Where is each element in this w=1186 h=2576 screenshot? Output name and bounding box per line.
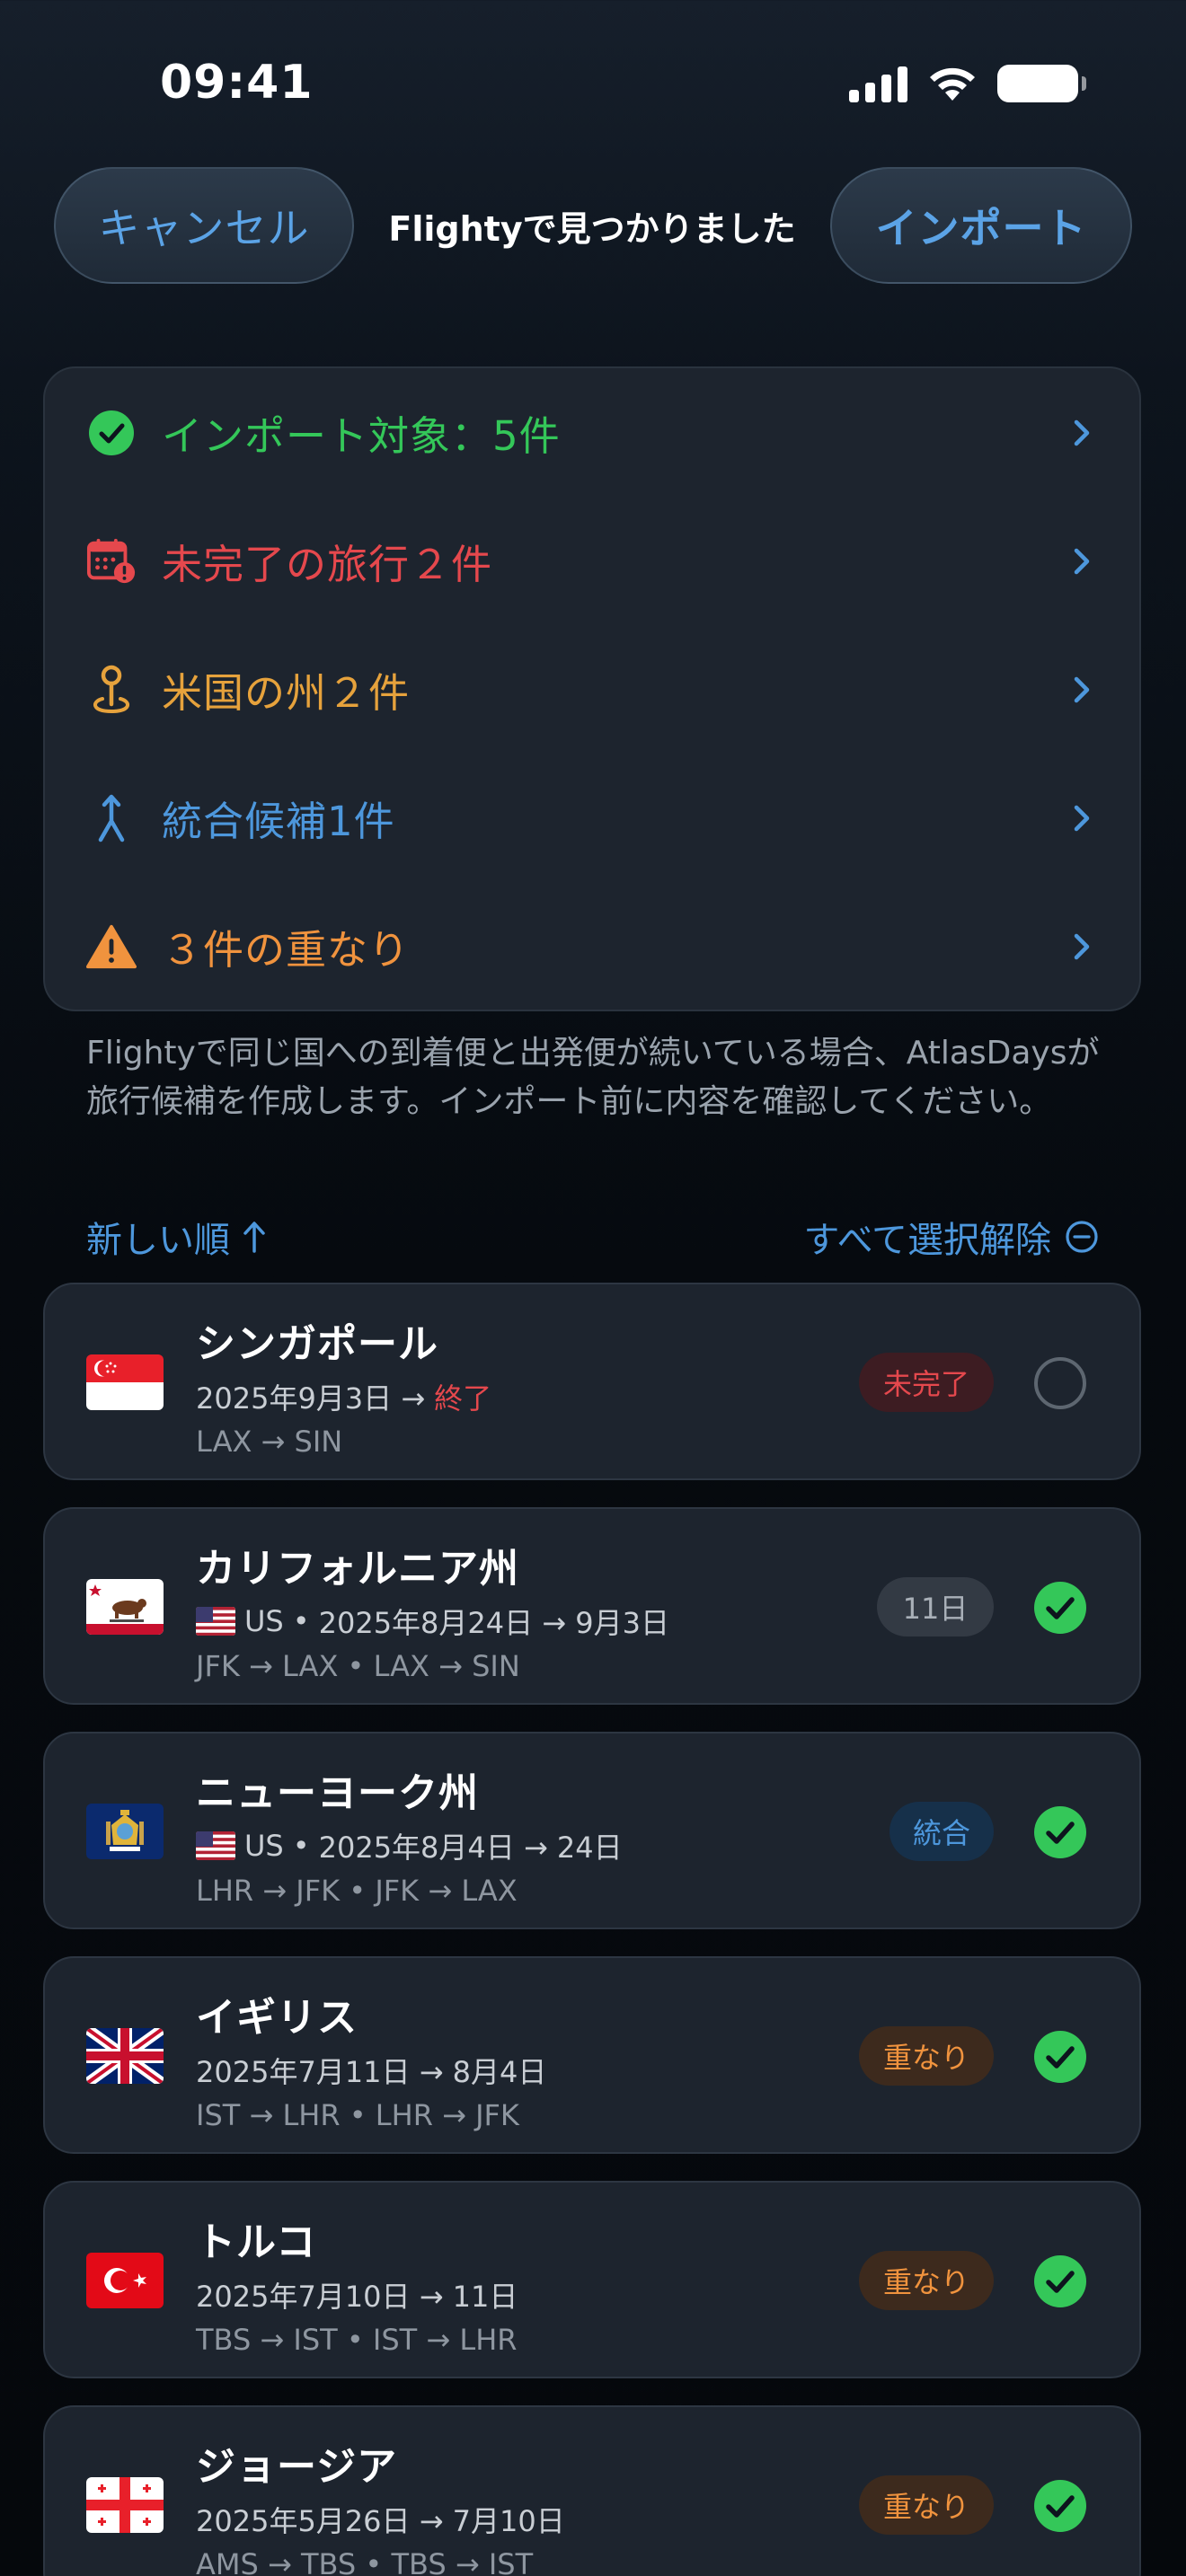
trip-date-range: 2025年9月3日 → <box>196 1381 426 1416</box>
trip-end-status: 終了 <box>434 1381 492 1416</box>
trip-card-singapore[interactable]: シンガポール 2025年9月3日 → 終了 LAX → SIN 未完了 <box>43 1283 1141 1480</box>
check-circle-icon[interactable] <box>1033 2254 1087 2308</box>
trip-name: カリフォルニア州 <box>196 1546 519 1592</box>
sort-button[interactable]: 新しい順 <box>86 1211 268 1263</box>
status-badge: 未完了 <box>859 1353 994 1412</box>
trip-name: トルコ <box>196 2219 317 2265</box>
summary-label: ３件の重なり <box>162 926 411 974</box>
flag-singapore-icon <box>86 1354 164 1410</box>
trip-name: ニューヨーク州 <box>196 1770 479 1816</box>
cellular-signal-icon <box>849 65 907 102</box>
wifi-icon <box>930 67 975 101</box>
trip-routes: JFK → LAX • LAX → SIN <box>196 1649 520 1683</box>
summary-row-import-count[interactable]: インポート対象：5件 <box>45 368 1139 497</box>
deselect-all-button[interactable]: すべて選択解除 <box>803 1211 1100 1263</box>
map-pin-icon <box>86 665 137 715</box>
check-circle-icon[interactable] <box>1033 1805 1087 1859</box>
cancel-button[interactable]: キャンセル <box>54 167 354 284</box>
trip-card-uk[interactable]: イギリス 2025年7月11日 → 8月4日 IST → LHR • LHR →… <box>43 1956 1141 2154</box>
trip-routes: IST → LHR • LHR → JFK <box>196 2098 519 2132</box>
trip-date-range: 2025年5月26日 → 7月10日 <box>196 2504 565 2538</box>
overlap-badge: 重なり <box>859 2475 994 2535</box>
trip-date-range: 2025年8月24日 → 9月3日 <box>318 1606 670 1640</box>
overlap-badge: 重なり <box>859 2251 994 2310</box>
merge-badge: 統合 <box>890 1802 994 1861</box>
summary-label: 米国の州２件 <box>162 669 411 717</box>
import-summary-card: インポート対象：5件 未完了の旅行２件 米国の州２件 統合候補1件 ３件の重なり <box>43 366 1141 1011</box>
flag-turkey-icon <box>86 2253 164 2308</box>
overlap-badge: 重なり <box>859 2026 994 2086</box>
trip-dates: 2025年5月26日 → 7月10日 <box>196 2499 565 2540</box>
flag-california-icon <box>86 1579 164 1635</box>
trip-routes: AMS → TBS • TBS → IST <box>196 2547 534 2576</box>
check-circle-icon[interactable] <box>1033 2479 1087 2533</box>
summary-row-overlaps[interactable]: ３件の重なり <box>45 882 1139 1010</box>
days-badge: 11日 <box>877 1577 994 1636</box>
trip-name: シンガポール <box>196 1321 438 1367</box>
chevron-right-icon <box>1074 805 1090 831</box>
unselected-circle-icon[interactable] <box>1033 1356 1087 1410</box>
page-title: Flightyで見つかりました <box>388 209 796 249</box>
country-code: US <box>244 1604 284 1638</box>
chevron-right-icon <box>1074 548 1090 574</box>
trip-dates: 2025年7月11日 → 8月4日 <box>196 2050 546 2091</box>
merge-icon <box>86 793 137 843</box>
flag-us-icon <box>196 1831 235 1860</box>
summary-row-merge-candidates[interactable]: 統合候補1件 <box>45 754 1139 882</box>
flag-uk-icon <box>86 2028 164 2084</box>
country-code: US <box>244 1829 284 1863</box>
trip-card-california[interactable]: カリフォルニア州 US • 2025年8月24日 → 9月3日 JFK → LAX… <box>43 1507 1141 1705</box>
summary-label: インポート対象：5件 <box>162 412 561 460</box>
trip-name: ジョージア <box>196 2444 398 2490</box>
flag-georgia-icon <box>86 2477 164 2533</box>
trip-date-range: 2025年8月4日 → 24日 <box>318 1831 623 1865</box>
check-circle-icon[interactable] <box>1033 2030 1087 2084</box>
status-icons <box>849 65 1086 102</box>
trip-routes: TBS → IST • IST → LHR <box>196 2323 518 2357</box>
summary-label: 統合候補1件 <box>162 798 395 845</box>
trip-date-range: 2025年7月11日 → 8月4日 <box>196 2055 547 2089</box>
check-circle-icon <box>86 408 137 458</box>
sort-label: 新しい順 <box>86 1220 230 1261</box>
trip-name: イギリス <box>196 1995 358 2041</box>
battery-icon <box>997 65 1086 102</box>
trip-dates: 2025年9月3日 → 終了 <box>196 1376 491 1417</box>
trip-card-georgia[interactable]: ジョージア 2025年5月26日 → 7月10日 AMS → TBS • TBS… <box>43 2405 1141 2576</box>
minus-circle-icon <box>1066 1221 1098 1253</box>
trip-routes: LAX → SIN <box>196 1425 343 1459</box>
summary-label: 未完了の旅行２件 <box>162 541 493 588</box>
trip-date-range: 2025年7月10日 → 11日 <box>196 2280 518 2314</box>
summary-row-us-states[interactable]: 米国の州２件 <box>45 625 1139 754</box>
warning-icon <box>86 922 137 972</box>
flag-us-icon <box>196 1607 235 1636</box>
import-note: Flightyで同じ国への到着便と出発便が続いている場合、AtlasDaysが旅… <box>86 1035 1100 1120</box>
calendar-alert-icon <box>86 536 137 587</box>
summary-row-incomplete-trips[interactable]: 未完了の旅行２件 <box>45 497 1139 625</box>
chevron-right-icon <box>1074 933 1090 959</box>
flag-new-york-icon <box>86 1804 164 1859</box>
trip-routes: LHR → JFK • JFK → LAX <box>196 1874 518 1908</box>
trip-dates: US • 2025年8月24日 → 9月3日 <box>196 1601 669 1642</box>
arrow-up-icon <box>243 1222 265 1253</box>
deselect-label: すべて選択解除 <box>803 1220 1051 1261</box>
chevron-right-icon <box>1074 676 1090 702</box>
status-time: 09:41 <box>160 56 314 110</box>
chevron-right-icon <box>1074 419 1090 446</box>
trip-card-new-york[interactable]: ニューヨーク州 US • 2025年8月4日 → 24日 LHR → JFK • … <box>43 1732 1141 1929</box>
trip-dates: 2025年7月10日 → 11日 <box>196 2274 518 2316</box>
trip-card-turkey[interactable]: トルコ 2025年7月10日 → 11日 TBS → IST • IST → L… <box>43 2181 1141 2378</box>
import-button[interactable]: インポート <box>830 167 1132 284</box>
trip-dates: US • 2025年8月4日 → 24日 <box>196 1825 623 1866</box>
check-circle-icon[interactable] <box>1033 1581 1087 1635</box>
